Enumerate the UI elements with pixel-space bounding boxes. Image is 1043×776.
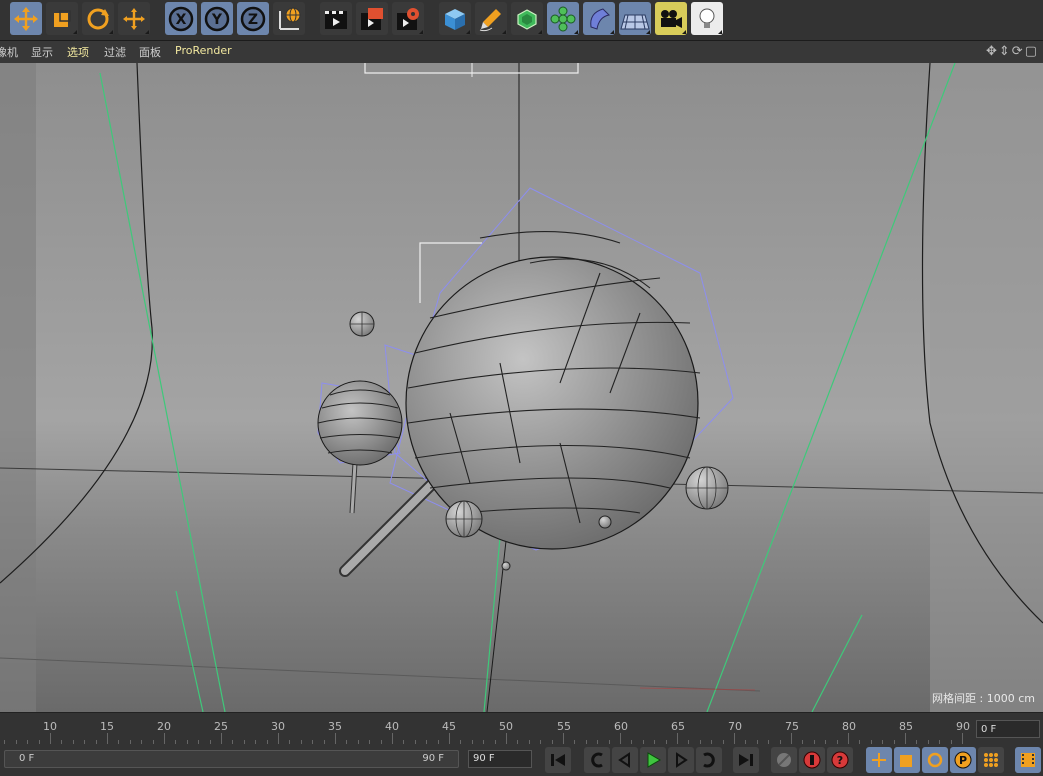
next-frame-icon[interactable] xyxy=(668,747,694,773)
autokey-icon[interactable] xyxy=(799,747,825,773)
transport-bar: 0 F 90 F 90 F ? P xyxy=(0,744,1043,776)
grid-spacing-label: 网格间距 : 1000 cm xyxy=(932,692,1035,705)
timeline-window-icon[interactable] xyxy=(1015,747,1041,773)
range-end-label: 90 F xyxy=(422,753,444,764)
main-toolbar: X Y Z xyxy=(0,0,1043,41)
tick-label: 25 xyxy=(214,720,228,733)
render-view-icon[interactable] xyxy=(320,2,352,35)
tick-label: 30 xyxy=(271,720,285,733)
move-icon[interactable] xyxy=(10,2,42,35)
timeline-ruler[interactable]: 10 15 20 25 30 35 40 45 50 55 60 65 70 7… xyxy=(0,712,1043,745)
tick-label: 15 xyxy=(100,720,114,733)
tick-label: 75 xyxy=(785,720,799,733)
rotate-view-icon[interactable]: ⟳ xyxy=(1012,44,1025,59)
tick-label: 65 xyxy=(671,720,685,733)
tick-label: 55 xyxy=(557,720,571,733)
floor-icon[interactable] xyxy=(619,2,651,35)
end-frame-field[interactable]: 90 F xyxy=(468,750,532,768)
z-axis-lock-icon[interactable]: Z xyxy=(237,2,269,35)
svg-text:P: P xyxy=(959,754,967,767)
go-to-end-icon[interactable] xyxy=(733,747,759,773)
menu-filter[interactable]: 过滤 xyxy=(104,44,126,60)
svg-text:X: X xyxy=(176,12,187,28)
camera-icon[interactable] xyxy=(655,2,687,35)
record-disabled-icon[interactable] xyxy=(771,747,797,773)
menu-panel[interactable]: 面板 xyxy=(139,44,161,60)
play-icon[interactable] xyxy=(640,747,666,773)
tick-label: 70 xyxy=(728,720,742,733)
tick-label: 10 xyxy=(43,720,57,733)
bend-deformer-icon[interactable] xyxy=(583,2,615,35)
current-frame-field[interactable]: 0 F xyxy=(976,720,1040,738)
render-settings-icon[interactable] xyxy=(392,2,424,35)
go-to-start-icon[interactable] xyxy=(545,747,571,773)
menu-options[interactable]: 选项 xyxy=(67,44,89,60)
rotate-icon[interactable] xyxy=(82,2,114,35)
previous-frame-icon[interactable] xyxy=(612,747,638,773)
tick-label: 35 xyxy=(328,720,342,733)
3d-viewport[interactable]: 网格间距 : 1000 cm xyxy=(0,63,1043,712)
dolly-view-icon[interactable]: ⇕ xyxy=(999,44,1012,59)
world-coordinates-icon[interactable] xyxy=(273,2,305,35)
tick-label: 20 xyxy=(157,720,171,733)
tick-label: 85 xyxy=(899,720,913,733)
next-key-icon[interactable] xyxy=(696,747,722,773)
scale-icon[interactable] xyxy=(46,2,78,35)
pen-icon[interactable] xyxy=(475,2,507,35)
viewport-menubar: 像机 显示 选项 过滤 面板 ProRender ✥⇕⟳▢ xyxy=(0,41,1043,63)
subdivision-icon[interactable] xyxy=(511,2,543,35)
tick-label: 60 xyxy=(614,720,628,733)
key-parameter-icon[interactable]: P xyxy=(950,747,976,773)
y-axis-lock-icon[interactable]: Y xyxy=(201,2,233,35)
key-scale-icon[interactable] xyxy=(894,747,920,773)
viewport-nav-icons: ✥⇕⟳▢ xyxy=(986,44,1039,59)
menu-prorender[interactable]: ProRender xyxy=(175,44,232,57)
svg-text:Y: Y xyxy=(211,12,223,28)
tick-label: 40 xyxy=(385,720,399,733)
viewport-scene xyxy=(0,63,1043,712)
light-icon[interactable] xyxy=(691,2,723,35)
svg-text:?: ? xyxy=(837,754,843,767)
svg-text:Z: Z xyxy=(248,12,258,28)
previous-key-icon[interactable] xyxy=(584,747,610,773)
key-position-icon[interactable] xyxy=(866,747,892,773)
menu-camera[interactable]: 像机 xyxy=(0,44,18,60)
range-start-label: 0 F xyxy=(19,753,35,764)
cube-icon[interactable] xyxy=(439,2,471,35)
toggle-view-icon[interactable]: ▢ xyxy=(1025,44,1039,59)
cloner-icon[interactable] xyxy=(547,2,579,35)
tick-label: 80 xyxy=(842,720,856,733)
preview-range-slider[interactable]: 0 F 90 F xyxy=(4,750,459,768)
render-picture-viewer-icon[interactable] xyxy=(356,2,388,35)
menu-display[interactable]: 显示 xyxy=(31,44,53,60)
pan-view-icon[interactable]: ✥ xyxy=(986,44,999,59)
tick-label: 90 xyxy=(956,720,970,733)
x-axis-lock-icon[interactable]: X xyxy=(165,2,197,35)
keyframe-selection-icon[interactable]: ? xyxy=(827,747,853,773)
tick-label: 50 xyxy=(499,720,513,733)
key-point-level-icon[interactable] xyxy=(978,747,1004,773)
key-rotation-icon[interactable] xyxy=(922,747,948,773)
tick-label: 45 xyxy=(442,720,456,733)
live-select-icon[interactable] xyxy=(118,2,150,35)
